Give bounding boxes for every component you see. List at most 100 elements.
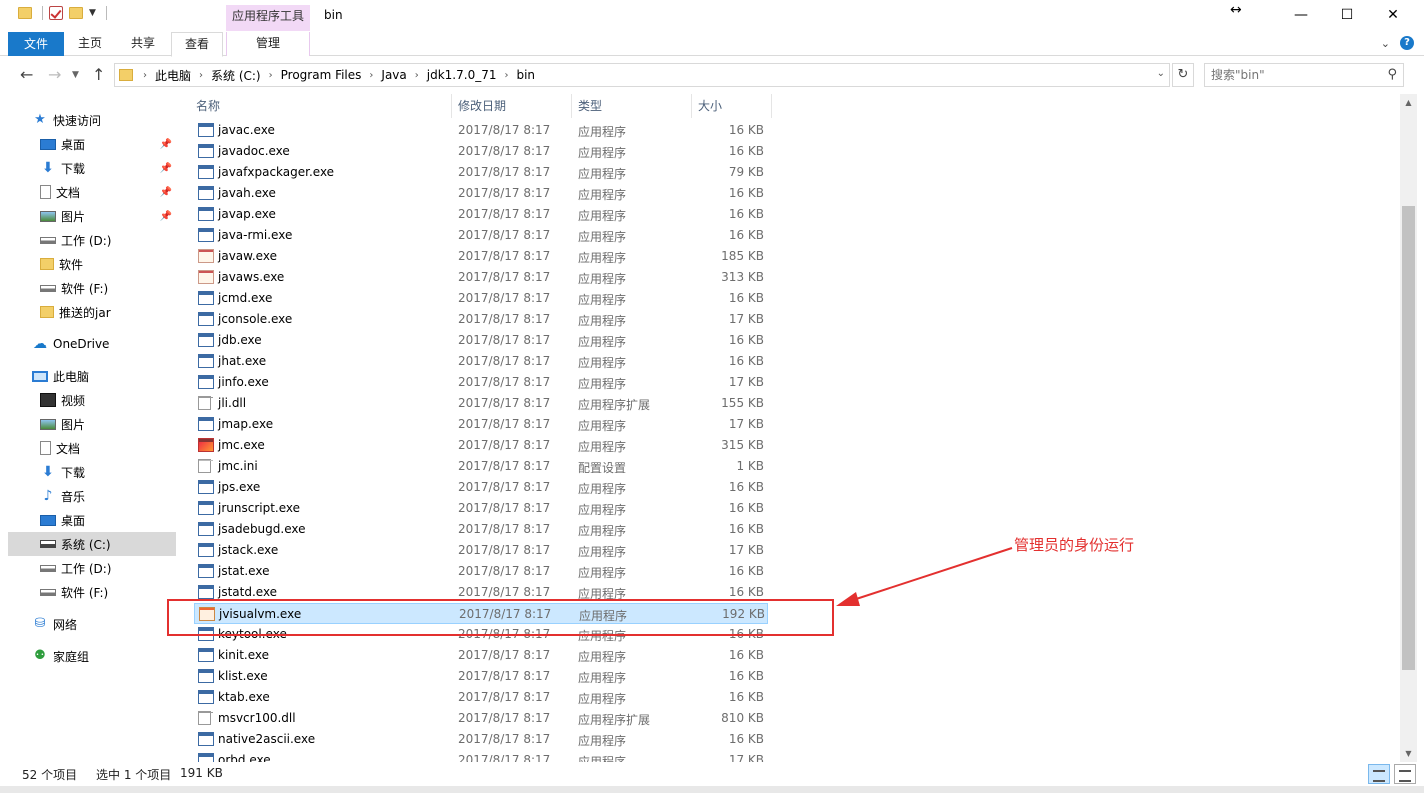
file-row[interactable]: java-rmi.exe 2017/8/17 8:17 应用程序 16 KB xyxy=(194,225,768,246)
large-icons-view-button[interactable] xyxy=(1394,764,1416,784)
nav-homegroup[interactable]: ⚉ 家庭组 xyxy=(8,644,176,668)
search-icon[interactable]: ⚲ xyxy=(1387,67,1397,82)
nav-pc-downloads[interactable]: ⬇ 下载 xyxy=(8,460,176,484)
column-header-type[interactable]: 类型 xyxy=(572,94,692,118)
file-row[interactable]: jconsole.exe 2017/8/17 8:17 应用程序 17 KB xyxy=(194,309,768,330)
file-date: 2017/8/17 8:17 xyxy=(458,249,551,263)
file-row[interactable]: ktab.exe 2017/8/17 8:17 应用程序 16 KB xyxy=(194,687,768,708)
file-name: java-rmi.exe xyxy=(218,228,293,242)
file-row[interactable]: jmap.exe 2017/8/17 8:17 应用程序 17 KB xyxy=(194,414,768,435)
file-row[interactable]: native2ascii.exe 2017/8/17 8:17 应用程序 16 KB xyxy=(194,729,768,750)
nav-pc-documents[interactable]: 文档 xyxy=(8,436,176,460)
breadcrumb-chevron-icon[interactable]: › xyxy=(369,70,373,81)
nav-folder-pushed-jar[interactable]: 推送的jar xyxy=(8,300,176,324)
file-row[interactable]: javafxpackager.exe 2017/8/17 8:17 应用程序 79 K… xyxy=(194,162,768,183)
tab-manage[interactable]: 管理 xyxy=(226,32,310,56)
nav-drive-d[interactable]: 工作 (D:) xyxy=(8,228,176,252)
back-arrow-icon[interactable]: ← xyxy=(20,65,33,84)
file-row[interactable]: jmc.exe 2017/8/17 8:17 应用程序 315 KB xyxy=(194,435,768,456)
up-arrow-icon[interactable]: ↑ xyxy=(92,65,105,84)
file-row[interactable]: javaw.exe 2017/8/17 8:17 应用程序 185 KB xyxy=(194,246,768,267)
nav-pictures[interactable]: 图片 📌 xyxy=(8,204,176,228)
file-row[interactable]: javah.exe 2017/8/17 8:17 应用程序 16 KB xyxy=(194,183,768,204)
details-view-button[interactable] xyxy=(1368,764,1390,784)
help-icon[interactable]: ? xyxy=(1400,36,1414,50)
breadcrumb-bin[interactable]: bin xyxy=(516,68,535,82)
breadcrumb-program-files[interactable]: Program Files xyxy=(281,68,362,82)
breadcrumb-chevron-icon[interactable]: › xyxy=(143,70,147,81)
file-row[interactable]: jmc.ini 2017/8/17 8:17 配置设置 1 KB xyxy=(194,456,768,477)
address-dropdown-chevron-icon[interactable]: ⌄ xyxy=(1157,68,1165,79)
file-row[interactable]: javap.exe 2017/8/17 8:17 应用程序 16 KB xyxy=(194,204,768,225)
new-folder-icon[interactable] xyxy=(69,7,83,19)
file-row[interactable]: jsadebugd.exe 2017/8/17 8:17 应用程序 16 KB xyxy=(194,519,768,540)
file-row[interactable]: jhat.exe 2017/8/17 8:17 应用程序 16 KB xyxy=(194,351,768,372)
nav-onedrive[interactable]: ☁ OneDrive xyxy=(8,332,176,356)
nav-documents[interactable]: 文档 📌 xyxy=(8,180,176,204)
search-box[interactable]: ⚲ xyxy=(1204,63,1404,87)
file-row[interactable]: jli.dll 2017/8/17 8:17 应用程序扩展 155 KB xyxy=(194,393,768,414)
breadcrumb-chevron-icon[interactable]: › xyxy=(199,70,203,81)
nav-downloads[interactable]: ⬇ 下载 📌 xyxy=(8,156,176,180)
column-header-name[interactable]: 名称 xyxy=(190,94,452,118)
file-row[interactable]: kinit.exe 2017/8/17 8:17 应用程序 16 KB xyxy=(194,645,768,666)
nav-network[interactable]: ⛁ 网络 xyxy=(8,612,176,636)
file-row[interactable]: jrunscript.exe 2017/8/17 8:17 应用程序 16 KB xyxy=(194,498,768,519)
tab-view[interactable]: 查看 xyxy=(171,32,223,57)
properties-icon[interactable] xyxy=(49,6,63,20)
file-row[interactable]: jdb.exe 2017/8/17 8:17 应用程序 16 KB xyxy=(194,330,768,351)
column-header-size[interactable]: 大小 xyxy=(692,94,772,118)
file-row[interactable]: jstat.exe 2017/8/17 8:17 应用程序 16 KB xyxy=(194,561,768,582)
column-header-date[interactable]: 修改日期 xyxy=(452,94,572,118)
nav-drive-f[interactable]: 软件 (F:) xyxy=(8,276,176,300)
breadcrumb-chevron-icon[interactable]: › xyxy=(269,70,273,81)
breadcrumb-system-c[interactable]: 系统 (C:) xyxy=(211,67,261,84)
breadcrumb-chevron-icon[interactable]: › xyxy=(504,70,508,81)
scroll-up-arrow-icon[interactable]: ▲ xyxy=(1400,94,1417,111)
file-row[interactable]: msvcr100.dll 2017/8/17 8:17 应用程序扩展 810 KB xyxy=(194,708,768,729)
folder-icon[interactable] xyxy=(18,7,32,19)
tab-home[interactable]: 主页 xyxy=(66,32,114,56)
forward-arrow-icon[interactable]: → xyxy=(48,65,61,84)
file-row[interactable]: jinfo.exe 2017/8/17 8:17 应用程序 17 KB xyxy=(194,372,768,393)
tab-file[interactable]: 文件 xyxy=(8,32,64,56)
file-row[interactable]: javaws.exe 2017/8/17 8:17 应用程序 313 KB xyxy=(194,267,768,288)
scroll-down-arrow-icon[interactable]: ▼ xyxy=(1400,745,1417,762)
file-row[interactable]: javadoc.exe 2017/8/17 8:17 应用程序 16 KB xyxy=(194,141,768,162)
nav-pc-pictures[interactable]: 图片 xyxy=(8,412,176,436)
file-row[interactable]: jcmd.exe 2017/8/17 8:17 应用程序 16 KB xyxy=(194,288,768,309)
vertical-scrollbar[interactable]: ▲ ▼ xyxy=(1400,94,1417,762)
nav-videos[interactable]: 视频 xyxy=(8,388,176,412)
maximize-button[interactable]: ☐ xyxy=(1324,0,1370,30)
breadcrumb-chevron-icon[interactable]: › xyxy=(415,70,419,81)
breadcrumb-java[interactable]: Java xyxy=(381,68,406,82)
nav-pc-desktop[interactable]: 桌面 xyxy=(8,508,176,532)
file-size: 16 KB xyxy=(728,585,764,599)
recent-locations-chevron-icon[interactable]: ▼ xyxy=(72,70,79,80)
nav-drive-c[interactable]: 系统 (C:) xyxy=(8,532,176,556)
file-row[interactable]: jstack.exe 2017/8/17 8:17 应用程序 17 KB xyxy=(194,540,768,561)
nav-pc-drive-f[interactable]: 软件 (F:) xyxy=(8,580,176,604)
close-button[interactable]: ✕ xyxy=(1370,0,1416,30)
file-row[interactable]: klist.exe 2017/8/17 8:17 应用程序 16 KB xyxy=(194,666,768,687)
download-icon: ⬇ xyxy=(42,160,54,176)
file-row[interactable]: orbd.exe 2017/8/17 8:17 应用程序 17 KB xyxy=(194,750,768,762)
address-bar[interactable]: › 此电脑 › 系统 (C:) › Program Files › Java ›… xyxy=(114,63,1170,87)
minimize-button[interactable]: — xyxy=(1278,0,1324,30)
customize-toolbar-chevron-icon[interactable]: ▼ xyxy=(89,8,96,18)
scrollbar-thumb[interactable] xyxy=(1402,206,1415,670)
breadcrumb-this-pc[interactable]: 此电脑 xyxy=(155,67,191,84)
nav-music[interactable]: ♪ 音乐 xyxy=(8,484,176,508)
file-row[interactable]: javac.exe 2017/8/17 8:17 应用程序 16 KB xyxy=(194,120,768,141)
expand-ribbon-chevron-icon[interactable]: ⌄ xyxy=(1381,37,1390,50)
refresh-button[interactable]: ↻ xyxy=(1172,63,1194,87)
file-row[interactable]: jps.exe 2017/8/17 8:17 应用程序 16 KB xyxy=(194,477,768,498)
nav-desktop[interactable]: 桌面 📌 xyxy=(8,132,176,156)
search-input[interactable] xyxy=(1205,64,1375,86)
nav-this-pc[interactable]: 此电脑 xyxy=(8,364,176,388)
nav-folder-software[interactable]: 软件 xyxy=(8,252,176,276)
nav-quick-access[interactable]: ★ 快速访问 xyxy=(8,108,176,132)
nav-pc-drive-d[interactable]: 工作 (D:) xyxy=(8,556,176,580)
tab-share[interactable]: 共享 xyxy=(118,32,168,56)
breadcrumb-jdk[interactable]: jdk1.7.0_71 xyxy=(427,68,497,82)
